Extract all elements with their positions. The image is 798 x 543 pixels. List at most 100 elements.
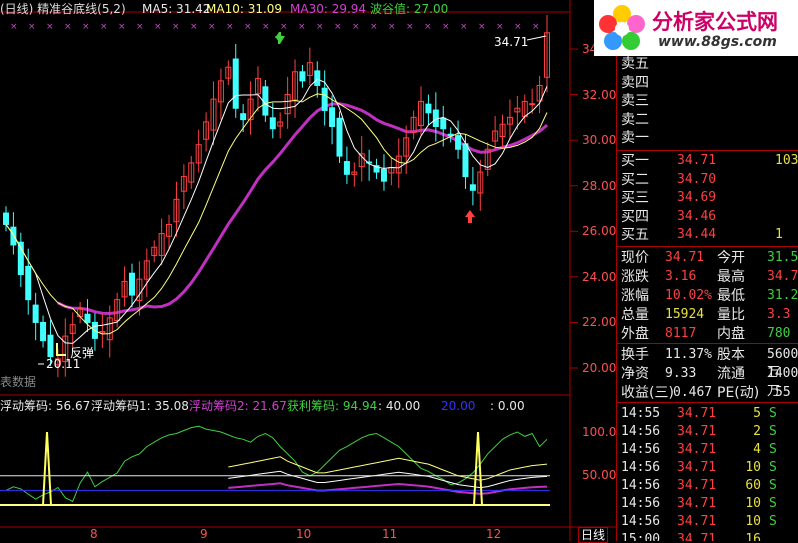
cross-marker-icon: × xyxy=(370,22,378,32)
order-volume: 1 xyxy=(775,227,783,242)
time-tick-label: 11 xyxy=(382,527,398,541)
tick-time: 14:56 xyxy=(621,442,661,457)
price-tick-label: 24.00 xyxy=(582,269,617,284)
tick-side: S xyxy=(769,442,777,457)
candle xyxy=(499,114,506,149)
tick-volume: 2 xyxy=(753,424,761,439)
candle xyxy=(455,120,462,159)
price-tick-label: 26.00 xyxy=(582,224,617,239)
stat-value: 11.37% xyxy=(665,347,712,362)
order-row: 卖二 xyxy=(617,111,798,129)
candle xyxy=(343,146,350,184)
tick-volume: 10 xyxy=(745,496,761,511)
candle xyxy=(477,159,484,211)
divider xyxy=(617,402,798,403)
tick-row: 14:56 34.71 10 S xyxy=(617,513,798,531)
tick-price: 34.71 xyxy=(677,496,717,511)
cross-marker-icon: × xyxy=(298,22,306,32)
stat-label: 总量 xyxy=(621,307,649,323)
ma30-label: MA30: 29.94 xyxy=(290,2,367,16)
order-price: 34.70 xyxy=(677,171,717,187)
cross-marker-icon: × xyxy=(226,22,234,32)
stat-label: 涨跌 xyxy=(621,269,649,285)
high-pointer xyxy=(526,35,547,41)
candle xyxy=(158,218,165,266)
tick-side: S xyxy=(769,460,777,475)
candle xyxy=(380,154,387,191)
float-chip2-line xyxy=(228,482,548,495)
kline-chart-area[interactable]: × × × × × × × × × × × × × × × × × × × × × × × × × × × × × × (日线) 精准谷底… xyxy=(0,0,624,543)
order-row: 卖五 xyxy=(617,55,798,73)
kline-chart[interactable]: × × × × × × × × × × × × × × × × × × × × × × × × × × × × × × xyxy=(0,0,616,541)
stat-value: 31.5 xyxy=(767,250,798,265)
cross-marker-icon: × xyxy=(388,22,396,32)
tick-price: 34.71 xyxy=(677,478,717,493)
stat-row: 总量 15924 量比 3.3 xyxy=(617,306,798,324)
stat-label: 今开 xyxy=(717,250,745,266)
wave-value-label: 波谷值: 27.00 xyxy=(370,2,449,16)
order-label: 卖五 xyxy=(621,56,649,72)
stat-value: 3.16 xyxy=(665,269,697,284)
stat-value: 8117 xyxy=(665,326,697,341)
stat-row: 净资 9.33 流通 1400万 xyxy=(617,365,798,399)
tick-row: 14:56 34.71 10 S xyxy=(617,495,798,513)
tick-time: 14:56 xyxy=(621,514,661,529)
tick-time: 15:00 xyxy=(621,532,661,541)
cross-marker-icon: × xyxy=(100,22,108,32)
site-logo[interactable]: 分析家公式网 www.88gs.com xyxy=(594,0,798,56)
indicator-value: 浮动筹码: 56.67 xyxy=(0,399,91,413)
cross-marker-icon: × xyxy=(244,22,252,32)
tick-time: 14:56 xyxy=(621,496,661,511)
candle xyxy=(373,158,380,179)
order-label: 卖三 xyxy=(621,93,649,109)
cross-marker-icon: × xyxy=(406,22,414,32)
candle xyxy=(321,70,328,126)
time-tick-label: 9 xyxy=(200,527,208,541)
cross-marker-icon: × xyxy=(172,22,180,32)
cross-marker-icon: × xyxy=(262,22,270,32)
candle xyxy=(151,240,158,263)
cross-marker-icon: × xyxy=(136,22,144,32)
order-price: 34.46 xyxy=(677,208,717,224)
indicator-value: 获利筹码: 94.94 xyxy=(287,399,378,413)
tick-volume: 16 xyxy=(745,532,761,541)
candle xyxy=(544,15,550,93)
order-row: 买四 34.46 xyxy=(617,208,798,226)
candle xyxy=(77,301,84,324)
candle xyxy=(32,292,39,341)
divider xyxy=(617,246,798,247)
quote-panel: 卖五 卖四 卖三 卖二 卖一 买一 34.71 103 买二 34.70 买三 34.69 买四 34.… xyxy=(616,0,798,541)
candle xyxy=(277,112,284,139)
stat-value: 10.02% xyxy=(665,288,712,303)
order-label: 卖二 xyxy=(621,111,649,128)
indicator-value: 20.00 xyxy=(441,399,476,413)
cross-marker-icon: × xyxy=(514,22,522,32)
stat-label: 流通 xyxy=(717,366,745,382)
candle xyxy=(469,167,476,206)
divider xyxy=(617,150,798,151)
stat-value: 34.71 xyxy=(665,250,705,265)
order-label: 卖一 xyxy=(621,130,649,146)
candle xyxy=(395,138,402,188)
order-row: 卖四 xyxy=(617,74,798,92)
cross-marker-icon: × xyxy=(442,22,450,32)
stat-label: 内盘 xyxy=(717,326,745,342)
candle xyxy=(188,156,195,189)
candle xyxy=(195,129,202,173)
stat-label: 量比 xyxy=(717,307,745,323)
high-price-label: 34.71 xyxy=(494,35,529,49)
order-label: 买三 xyxy=(621,190,649,206)
candle xyxy=(388,157,395,186)
candle xyxy=(447,127,454,143)
cross-marker-icon: × xyxy=(280,22,288,32)
stat-label: 收益(三) xyxy=(621,385,674,401)
cross-marker-icon: × xyxy=(190,22,198,32)
cross-marker-icon: × xyxy=(46,22,54,32)
candle xyxy=(203,112,210,152)
tick-price: 34.71 xyxy=(677,532,717,541)
tick-price: 34.71 xyxy=(677,460,717,475)
order-row: 买三 34.69 xyxy=(617,189,798,207)
price-tick-label: 28.00 xyxy=(582,178,617,193)
cross-marker-icon: × xyxy=(334,22,342,32)
candle xyxy=(217,68,224,120)
